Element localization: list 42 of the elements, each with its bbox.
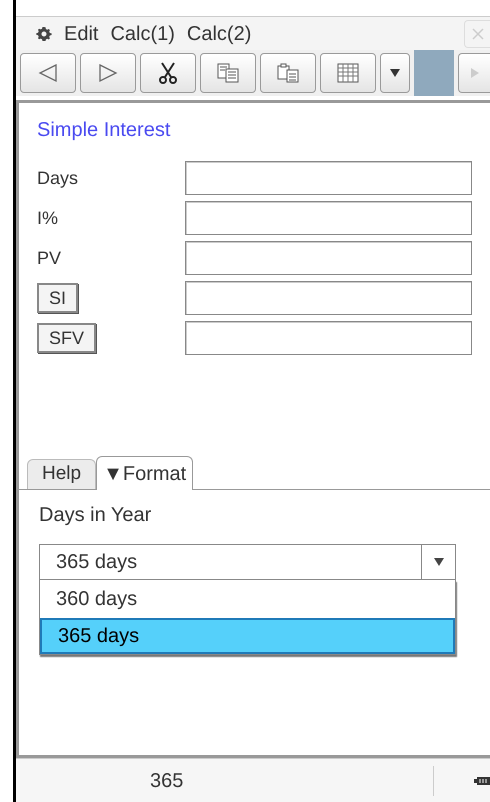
copy-icon — [216, 62, 240, 84]
dropdown-button[interactable] — [380, 53, 410, 93]
field-label: I% — [37, 208, 58, 228]
input-field[interactable] — [185, 281, 472, 315]
setting-label: Days in Year — [39, 503, 152, 528]
input-field[interactable] — [185, 161, 472, 195]
right-triangle-icon — [470, 68, 478, 78]
table-icon — [336, 62, 360, 84]
field-label: Days — [37, 168, 78, 188]
right-triangle-icon — [97, 62, 119, 84]
cut-button[interactable] — [140, 53, 196, 93]
tab[interactable]: Help — [27, 459, 96, 489]
forward-button[interactable] — [80, 53, 136, 93]
toolbar-highlight — [414, 50, 454, 96]
caret-icon — [434, 558, 444, 566]
dropdown-option[interactable]: 360 days — [40, 580, 455, 618]
menu-item[interactable]: Edit — [64, 18, 98, 48]
table-button[interactable] — [320, 53, 376, 93]
calc-button[interactable]: SI — [37, 283, 78, 313]
paste-button[interactable] — [260, 53, 316, 93]
scroll-right-button[interactable] — [458, 53, 490, 93]
tab[interactable]: ▼Format — [96, 456, 194, 490]
days-dropdown[interactable]: 365 days — [39, 544, 456, 580]
close-icon — [470, 26, 484, 40]
calc-button[interactable]: SFV — [37, 323, 96, 353]
caret-icon — [390, 69, 400, 77]
status-value: 365 — [150, 768, 184, 794]
menu-item[interactable]: Calc(1) — [110, 18, 175, 48]
left-triangle-icon — [37, 62, 59, 84]
dropdown-option[interactable]: 365 days — [40, 618, 455, 654]
scissors-icon — [156, 61, 180, 85]
input-field[interactable] — [185, 321, 472, 355]
copy-button[interactable] — [200, 53, 256, 93]
dropdown-value: 365 days — [55, 550, 138, 575]
input-field[interactable] — [185, 241, 472, 275]
gear-icon[interactable] — [36, 26, 52, 42]
menu-item[interactable]: Calc(2) — [186, 18, 252, 48]
form-title: Simple Interest — [37, 118, 172, 143]
back-button[interactable] — [20, 53, 76, 93]
field-label: PV — [37, 248, 62, 268]
paste-icon — [276, 62, 300, 84]
input-field[interactable] — [185, 201, 472, 235]
